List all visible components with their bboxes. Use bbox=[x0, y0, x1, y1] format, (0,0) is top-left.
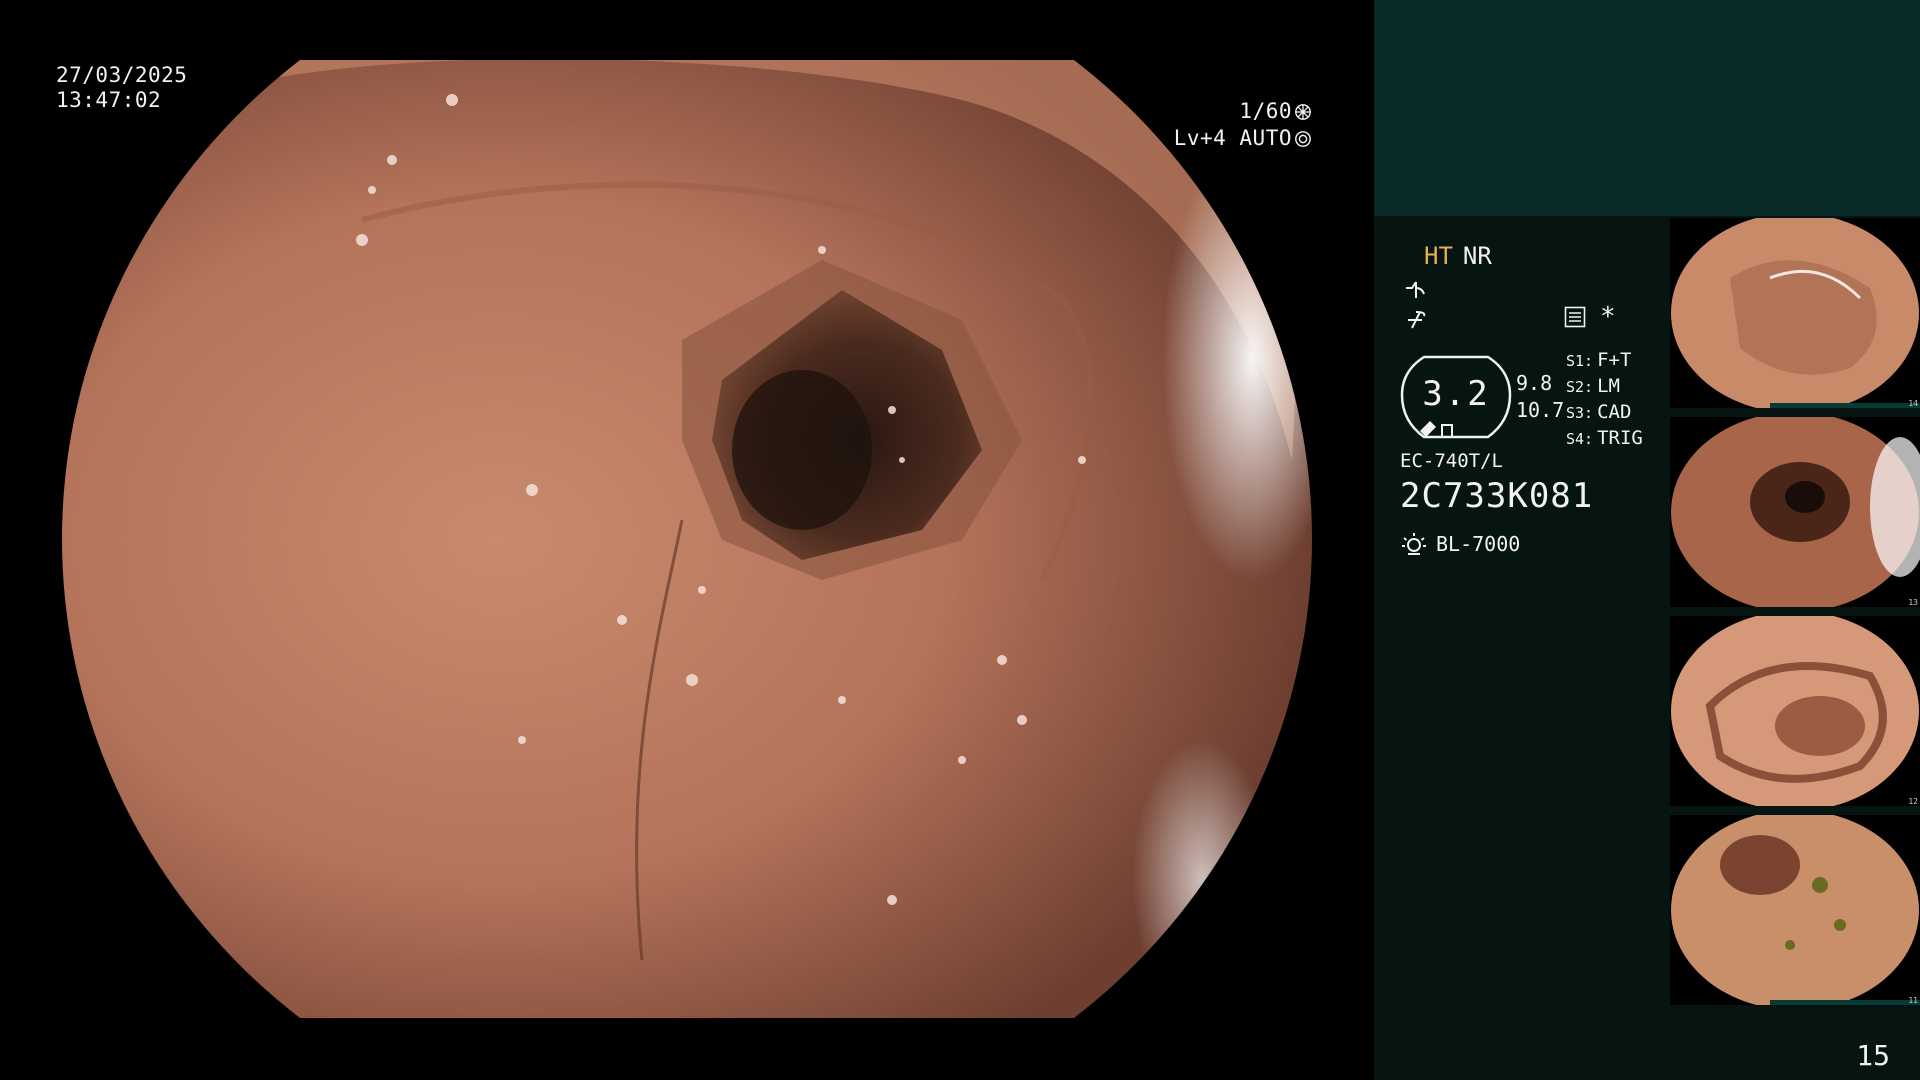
scope-switch-list: S1: F+T S2: LM S3: CAD S4: TRIG bbox=[1566, 348, 1643, 452]
capture-thumbnail[interactable]: 12 bbox=[1670, 616, 1920, 806]
switch-row: S1: F+T bbox=[1566, 349, 1632, 371]
level-text: Lv+4 AUTO bbox=[1173, 126, 1292, 150]
switch-row: S2: LM bbox=[1566, 375, 1620, 397]
page-number: 15 bbox=[1856, 1039, 1890, 1072]
side-panel: HT NR * 3.2 9.8 10.7 S1: F+T S2: LM S3: CAD bbox=[1374, 216, 1920, 1080]
processor-info: HT NR * 3.2 9.8 10.7 S1: F+T S2: LM S3: CAD bbox=[1374, 216, 1664, 1080]
value-a: 9.8 bbox=[1516, 371, 1553, 395]
shutter-text: 1/60 bbox=[1239, 99, 1292, 123]
nr-mode-label: NR bbox=[1462, 242, 1492, 270]
switch-row: S4: TRIG bbox=[1566, 427, 1643, 449]
capture-thumbnail[interactable]: 11 bbox=[1670, 815, 1920, 1005]
enhancement-gauge: 3.2 bbox=[1400, 351, 1512, 443]
ht-mode-label: HT bbox=[1424, 242, 1453, 270]
scope-model: EC-740T/L bbox=[1400, 450, 1503, 472]
light-source-icon bbox=[1402, 533, 1426, 555]
sharpness-icon bbox=[1408, 311, 1426, 329]
thumbnail-number: 12 bbox=[1908, 797, 1918, 806]
capture-thumbnail[interactable]: 14 bbox=[1670, 218, 1920, 408]
endoscope-view bbox=[62, 60, 1312, 1018]
exposure-display: 1/60 Lv+4 AUTO bbox=[1174, 99, 1312, 153]
thumbnail-number: 11 bbox=[1908, 996, 1918, 1005]
capture-thumbnail[interactable]: 13 bbox=[1670, 417, 1920, 607]
datetime-display: 27/03/2025 13:47:02 bbox=[56, 63, 187, 113]
value-b: 10.7 bbox=[1516, 398, 1565, 422]
contrast-icon bbox=[1406, 281, 1425, 298]
time-text: 13:47:02 bbox=[56, 88, 162, 112]
thumbnail-number: 13 bbox=[1908, 598, 1918, 607]
light-source: BL-7000 bbox=[1400, 530, 1520, 558]
gauge-value: 3.2 bbox=[1422, 374, 1490, 414]
image-mode: HT NR bbox=[1424, 242, 1492, 270]
light-source-label: BL-7000 bbox=[1436, 532, 1521, 556]
scope-serial: 2C733K081 bbox=[1400, 476, 1594, 516]
star-marker: * bbox=[1600, 302, 1616, 332]
aperture-icon bbox=[1295, 103, 1311, 120]
side-panel-header bbox=[1374, 0, 1920, 216]
thumbnail-number: 14 bbox=[1908, 399, 1918, 408]
iris-icon bbox=[1295, 130, 1311, 147]
switch-row: S3: CAD bbox=[1566, 401, 1632, 423]
settings-list-icon bbox=[1564, 306, 1586, 328]
date-text: 27/03/2025 bbox=[56, 63, 188, 87]
